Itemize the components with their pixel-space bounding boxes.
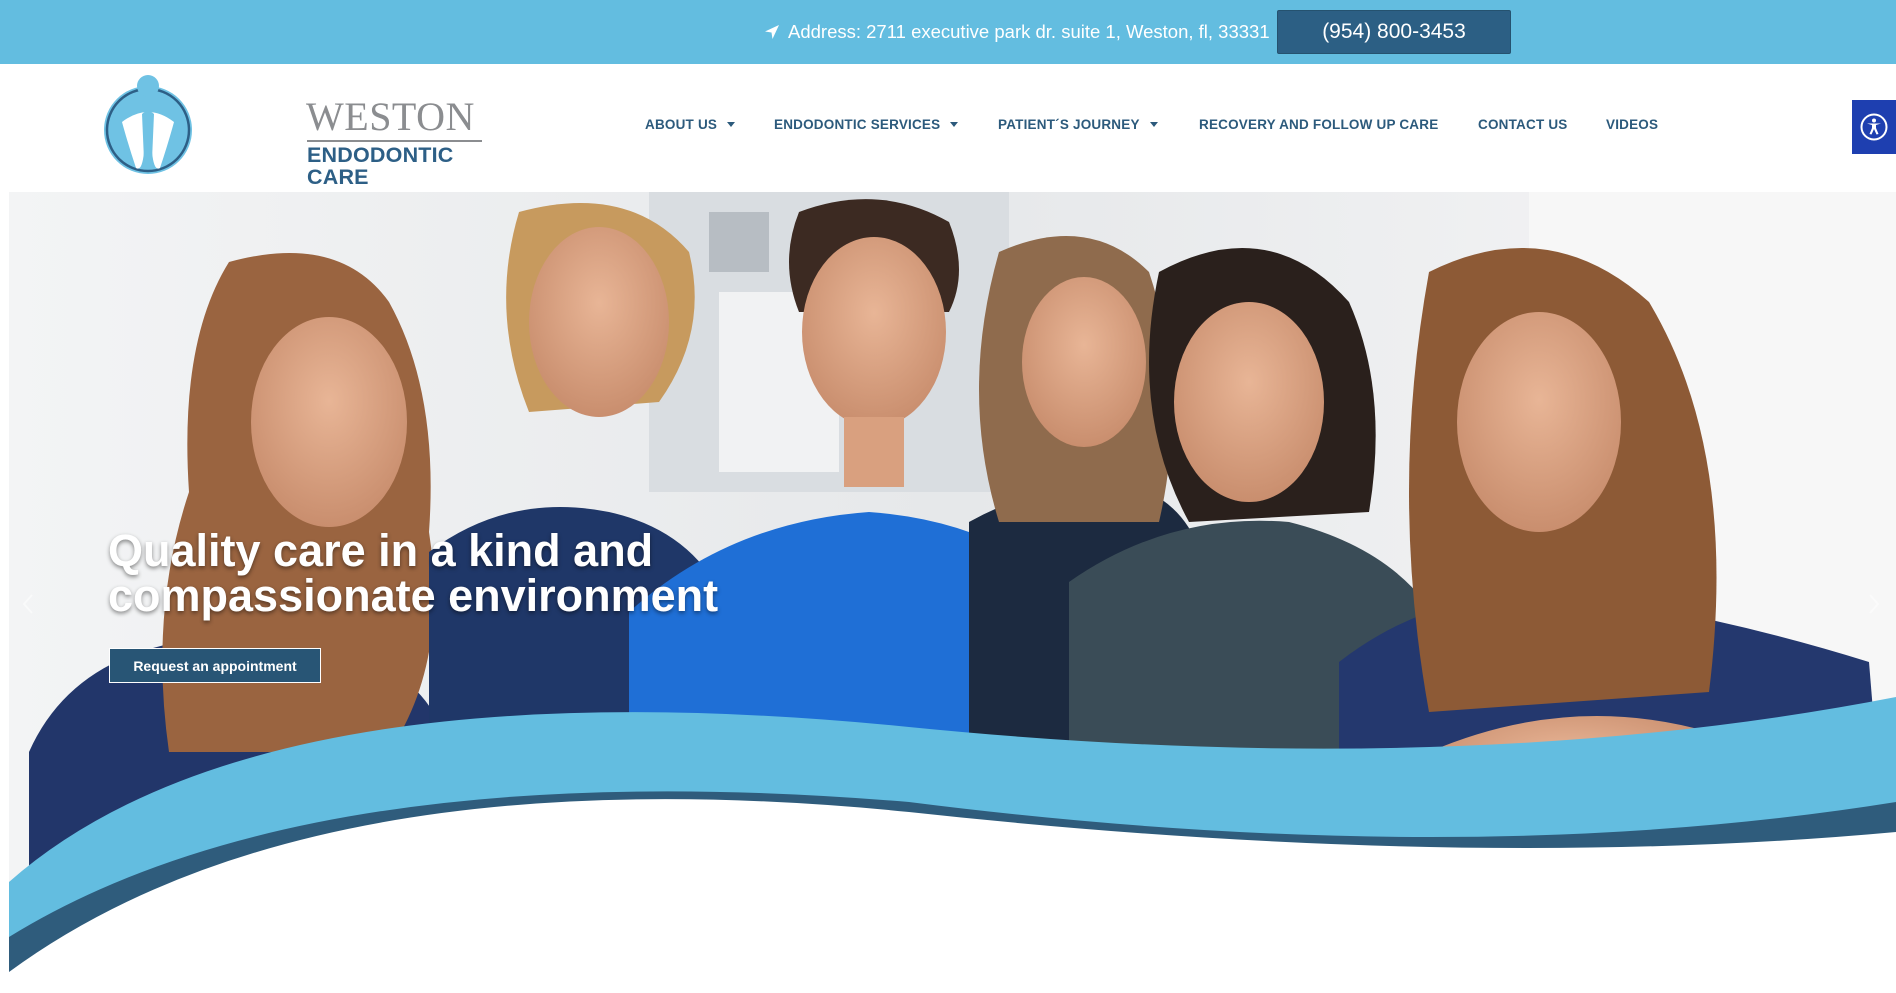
- nav-label: VIDEOS: [1606, 116, 1659, 132]
- nav-item-recovery[interactable]: RECOVERY AND FOLLOW UP CARE: [1199, 114, 1438, 134]
- hero-slider: Quality care in a kind and compassionate…: [9, 192, 1896, 993]
- nav-item-patients-journey[interactable]: PATIENT´S JOURNEY: [998, 114, 1158, 134]
- nav-item-contact-us[interactable]: CONTACT US: [1478, 114, 1568, 134]
- accessibility-icon: [1860, 113, 1888, 141]
- nav-label: ABOUT US: [645, 116, 718, 132]
- nav-item-endodontic-services[interactable]: ENDODONTIC SERVICES: [774, 114, 959, 134]
- location-arrow-icon: [765, 25, 779, 39]
- accessibility-button[interactable]: [1852, 100, 1896, 154]
- nav-label: PATIENT´S JOURNEY: [998, 116, 1140, 132]
- hero-title-line-1: Quality care in a kind and: [108, 525, 654, 576]
- nav-item-videos[interactable]: VIDEOS: [1606, 114, 1658, 134]
- request-appointment-button[interactable]: Request an appointment: [109, 648, 321, 683]
- address-info: Address: 2711 executive park dr. suite 1…: [764, 20, 1270, 44]
- logo-endodontic-care-text: ENDODONTIC CARE: [307, 143, 454, 189]
- nav-label: CONTACT US: [1478, 116, 1568, 132]
- logo-weston-text: WESTON: [306, 94, 475, 139]
- tooth-logo-icon: [104, 75, 192, 174]
- hero-title: Quality care in a kind and compassionate…: [108, 528, 908, 618]
- chevron-right-icon[interactable]: [1867, 592, 1881, 616]
- caret-down-icon: [727, 121, 736, 127]
- top-bar: Address: 2711 executive park dr. suite 1…: [0, 0, 1896, 64]
- phone-button[interactable]: (954) 800-3453: [1277, 10, 1511, 54]
- nav-label: RECOVERY AND FOLLOW UP CARE: [1199, 116, 1439, 132]
- caret-down-icon: [950, 121, 959, 127]
- logo-link[interactable]: WESTON ENDODONTIC CARE: [102, 72, 482, 187]
- nav-label: ENDODONTIC SERVICES: [774, 116, 941, 132]
- logo-divider: [307, 140, 482, 142]
- address-text: Address: 2711 executive park dr. suite 1…: [788, 21, 1270, 42]
- chevron-left-icon[interactable]: [21, 592, 35, 616]
- caret-down-icon: [1149, 121, 1158, 127]
- hero-title-line-2: compassionate environment: [108, 570, 719, 621]
- site-header: WESTON ENDODONTIC CARE ABOUT US ENDODONT…: [0, 64, 1896, 192]
- nav-item-about-us[interactable]: ABOUT US: [645, 114, 736, 134]
